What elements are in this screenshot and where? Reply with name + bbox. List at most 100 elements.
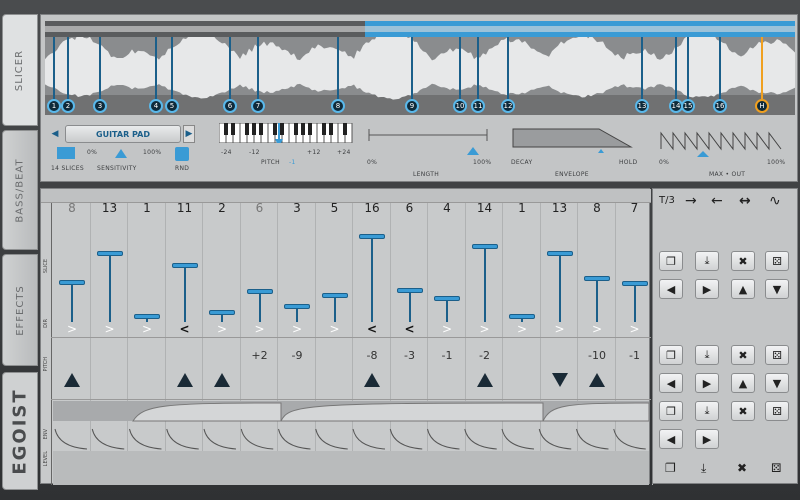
shift-left-icon[interactable]: ◀ [659, 279, 683, 299]
random-icon[interactable]: ⚄ [765, 345, 789, 365]
clear-icon[interactable]: ✖ [737, 461, 747, 475]
shift-right-icon[interactable]: ▶ [695, 373, 719, 393]
slice-marker[interactable]: 10 [453, 99, 467, 113]
tab-slicer[interactable]: SLICER [2, 14, 38, 126]
step-pitch[interactable]: +2 [241, 349, 279, 362]
step-pitch[interactable]: -2 [466, 349, 504, 362]
step-octave-icon[interactable] [552, 373, 568, 387]
pitch-keyboard[interactable] [219, 123, 353, 143]
step-direction[interactable]: > [503, 322, 541, 336]
step-direction[interactable]: > [466, 322, 504, 336]
slices-count: 14 SLICES [51, 165, 84, 172]
slice-marker[interactable]: 5 [165, 99, 179, 113]
copy-icon[interactable]: ❐ [659, 251, 683, 271]
step-pitch[interactable]: -3 [391, 349, 429, 362]
paste-icon[interactable]: ⤓ [701, 461, 706, 476]
step-direction[interactable]: > [53, 322, 91, 336]
random-icon[interactable]: ⚄ [765, 251, 789, 271]
dice-icon[interactable] [175, 147, 189, 161]
dir-reverse-icon[interactable]: ← [711, 193, 723, 209]
clear-icon[interactable]: ✖ [731, 345, 755, 365]
step-direction[interactable]: < [391, 322, 429, 336]
shift-down-icon[interactable]: ▼ [765, 373, 789, 393]
copy-icon[interactable]: ❐ [665, 461, 676, 475]
dir-random-icon[interactable]: ∿ [769, 193, 781, 209]
dir-pingpong-icon[interactable]: ↔ [739, 193, 751, 209]
slice-marker[interactable]: 6 [223, 99, 237, 113]
slice-marker[interactable]: 11 [471, 99, 485, 113]
step-pitch[interactable]: -9 [278, 349, 316, 362]
slice-marker[interactable]: 8 [331, 99, 345, 113]
tab-effects[interactable]: EFFECTS [2, 254, 38, 366]
paste-icon[interactable]: ⤓ [695, 345, 719, 365]
slice-marker[interactable]: 13 [635, 99, 649, 113]
step-direction[interactable]: > [203, 322, 241, 336]
sens-min: 0% [87, 149, 97, 156]
slice-marker[interactable]: 3 [93, 99, 107, 113]
clear-icon[interactable]: ✖ [731, 251, 755, 271]
pitch-value: -1 [289, 159, 296, 166]
step-pitch[interactable]: -10 [578, 349, 616, 362]
clear-icon[interactable]: ✖ [731, 401, 755, 421]
step-direction[interactable]: > [578, 322, 616, 336]
paste-icon[interactable]: ⤓ [695, 251, 719, 271]
step-direction[interactable]: > [278, 322, 316, 336]
step-slice-stem [371, 239, 373, 322]
slice-marker[interactable]: 2 [61, 99, 75, 113]
random-icon[interactable]: ⚄ [765, 401, 789, 421]
step-octave-icon[interactable] [177, 373, 193, 387]
step-direction[interactable]: < [166, 322, 204, 336]
step-slice-number: 6 [391, 201, 429, 215]
step-slice-stem [559, 256, 561, 322]
slice-marker[interactable]: 7 [251, 99, 265, 113]
shift-down-icon[interactable]: ▼ [765, 279, 789, 299]
step-direction[interactable]: > [316, 322, 354, 336]
preset-next-button[interactable]: ▶ [183, 125, 195, 143]
step-direction[interactable]: > [616, 322, 654, 336]
step-octave-icon[interactable] [64, 373, 80, 387]
length-slider[interactable] [367, 125, 491, 155]
step-pitch[interactable]: -8 [353, 349, 391, 362]
dir-forward-icon[interactable]: → [685, 193, 697, 209]
preset-select[interactable]: GUITAR PAD [65, 125, 181, 143]
step-direction[interactable]: > [428, 322, 466, 336]
copy-icon[interactable]: ❐ [659, 401, 683, 421]
step-pitch[interactable]: -1 [616, 349, 654, 362]
slice-marker[interactable]: 9 [405, 99, 419, 113]
slice-marker[interactable]: 15 [681, 99, 695, 113]
slices-icon[interactable] [57, 147, 75, 159]
copy-icon[interactable]: ❐ [659, 345, 683, 365]
random-icon[interactable]: ⚄ [771, 461, 781, 475]
paste-icon[interactable]: ⤓ [695, 401, 719, 421]
step-octave-icon[interactable] [214, 373, 230, 387]
step-direction[interactable]: > [91, 322, 129, 336]
shift-right-icon[interactable]: ▶ [695, 429, 719, 449]
rate-value[interactable]: T/3 [659, 195, 675, 206]
tab-bass-beat[interactable]: BASS/BEAT [2, 130, 38, 250]
step-octave-icon[interactable] [364, 373, 380, 387]
step-direction[interactable]: > [128, 322, 166, 336]
envelope-lane[interactable] [53, 401, 649, 485]
slice-marker[interactable]: H [755, 99, 769, 113]
sensitivity-slider[interactable] [115, 149, 127, 158]
max-out-graph[interactable] [659, 123, 789, 157]
step-direction[interactable]: < [353, 322, 391, 336]
shift-left-icon[interactable]: ◀ [659, 373, 683, 393]
step-octave-icon[interactable] [589, 373, 605, 387]
step-octave-icon[interactable] [477, 373, 493, 387]
slice-marker[interactable]: 1 [47, 99, 61, 113]
step-direction[interactable]: > [541, 322, 579, 336]
shift-left-icon[interactable]: ◀ [659, 429, 683, 449]
shift-up-icon[interactable]: ▲ [731, 373, 755, 393]
preset-prev-button[interactable]: ◀ [49, 125, 61, 143]
envelope-graph[interactable] [511, 123, 641, 153]
step-direction[interactable]: > [241, 322, 279, 336]
slice-marker[interactable]: 12 [501, 99, 515, 113]
slice-marker[interactable]: 4 [149, 99, 163, 113]
slice-marker[interactable]: 16 [713, 99, 727, 113]
egoist-app: SLICER BASS/BEAT EFFECTS EGOIST 12345678… [0, 0, 800, 500]
shift-up-icon[interactable]: ▲ [731, 279, 755, 299]
step-pitch[interactable]: -1 [428, 349, 466, 362]
shift-right-icon[interactable]: ▶ [695, 279, 719, 299]
brand-logo: EGOIST [2, 372, 38, 490]
